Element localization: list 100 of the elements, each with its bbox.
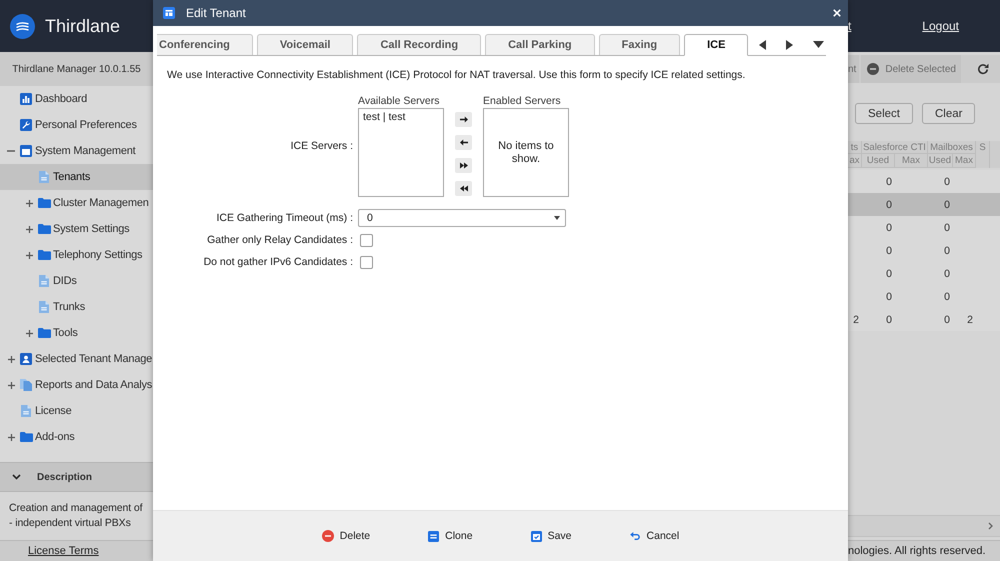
tab[interactable]: Call Parking: [485, 34, 595, 55]
table-cell-text: 0: [885, 176, 893, 188]
window-icon: [163, 7, 175, 19]
folder-icon: [38, 198, 50, 208]
table-row[interactable]: 2 0 0 2: [848, 308, 1000, 331]
table-row[interactable]: 0 0: [848, 285, 1000, 308]
field-label: Gather only Relay Candidates :: [207, 234, 353, 246]
column-header: Used: [862, 154, 895, 168]
clone-button[interactable]: Clone: [428, 530, 473, 542]
triangle-right-icon[interactable]: [786, 40, 794, 50]
window-icon: [20, 145, 32, 157]
tree-item[interactable]: Tools: [0, 320, 153, 346]
cancel-button[interactable]: Cancel: [630, 530, 680, 542]
tab[interactable]: Call Recording: [357, 34, 482, 55]
tree-item[interactable]: System Management: [0, 138, 153, 164]
column-group-header: S: [976, 141, 990, 168]
minus-icon[interactable]: [7, 150, 15, 152]
tree-item[interactable]: Trunks: [0, 294, 153, 320]
tree-item[interactable]: License: [0, 398, 153, 424]
brand-name: Thirdlane: [45, 16, 120, 36]
table-cell-text: 0: [885, 268, 893, 280]
plus-icon[interactable]: [8, 356, 14, 362]
caret-down-icon: [554, 216, 560, 220]
tree-item[interactable]: Telephony Settings: [0, 242, 153, 268]
select-field[interactable]: 0: [358, 209, 566, 227]
tree-item[interactable]: Selected Tenant Manage: [0, 346, 153, 372]
table-row[interactable]: 0 0: [848, 193, 1000, 216]
tree-item[interactable]: Personal Preferences: [0, 112, 153, 138]
folder-icon: [38, 328, 50, 338]
plus-icon[interactable]: [8, 434, 14, 440]
table-cell-text: 0: [943, 222, 951, 234]
tree-item[interactable]: Reports and Data Analys: [0, 372, 153, 398]
table-cell-text: 0: [943, 198, 951, 210]
table-cell-text: 0: [943, 314, 951, 326]
plus-icon[interactable]: [26, 330, 32, 336]
triangle-left-icon[interactable]: [759, 40, 766, 50]
chevron-right-icon[interactable]: [988, 522, 993, 530]
table-cell-text: 0: [885, 314, 893, 326]
table-cell-text: 0: [943, 244, 951, 256]
select-button[interactable]: Select: [855, 103, 913, 124]
table-cell-text: 0: [885, 198, 893, 210]
table-cell-text: 0: [885, 222, 893, 234]
check-square-icon: [530, 530, 542, 542]
table-cell-text: 0: [885, 244, 893, 256]
documents-icon: [20, 379, 32, 391]
save-button[interactable]: Save: [530, 530, 572, 542]
table-cell-text: 2: [852, 314, 860, 326]
table-row[interactable]: 0 0: [848, 216, 1000, 239]
double-triangle-right-icon: [460, 162, 468, 169]
move-right-button[interactable]: [455, 112, 472, 127]
horizontal-scrollbar[interactable]: [848, 515, 1000, 537]
table-cell-text: 0: [943, 268, 951, 280]
move-all-left-button[interactable]: [455, 181, 472, 196]
list-item[interactable]: test | test: [359, 110, 443, 124]
undo-arrow-icon: [630, 532, 641, 540]
field-label: Do not gather IPv6 Candidates :: [204, 256, 353, 268]
plus-icon[interactable]: [26, 226, 32, 232]
document-icon: [39, 171, 49, 183]
triangle-down-icon[interactable]: [813, 41, 824, 48]
column-header: Max: [895, 154, 928, 168]
plus-icon[interactable]: [8, 382, 14, 388]
person-card-icon: [20, 353, 32, 365]
arrow-right-icon: [460, 116, 468, 123]
clear-button[interactable]: Clear: [922, 103, 976, 124]
description-header[interactable]: Description: [0, 462, 153, 492]
column-group-header: Salesforce CTI: [862, 141, 928, 154]
table-cell-text: 0: [885, 290, 893, 302]
tab[interactable]: Voicemail: [256, 34, 354, 55]
tree-item[interactable]: DIDs: [0, 268, 153, 294]
table-row[interactable]: 0 0: [848, 239, 1000, 262]
checkbox[interactable]: [360, 234, 373, 246]
wrench-icon: [20, 119, 32, 131]
tree-item[interactable]: System Settings: [0, 216, 153, 242]
license-terms-link[interactable]: License Terms: [28, 545, 99, 557]
tree-item[interactable]: Cluster Managemen: [0, 190, 153, 216]
column-header: Used: [928, 154, 953, 168]
tab[interactable]: Conferencing: [157, 34, 253, 55]
field-label: ICE Gathering Timeout (ms) :: [216, 212, 353, 224]
header-link[interactable]: Logout: [922, 19, 959, 33]
move-all-right-button[interactable]: [455, 158, 472, 173]
list-title: Enabled Servers: [483, 95, 561, 108]
plus-icon[interactable]: [26, 200, 32, 206]
delete-button[interactable]: Delete: [322, 530, 370, 542]
bar-chart-icon: [20, 93, 32, 105]
table-row[interactable]: 0 0: [848, 262, 1000, 285]
dialog-title: Edit Tenant: [186, 6, 246, 20]
arrow-left-icon: [460, 139, 468, 146]
tree-item[interactable]: Add-ons: [0, 424, 153, 450]
tab[interactable]: ICE: [684, 34, 748, 56]
refresh-icon[interactable]: [977, 63, 989, 75]
plus-icon[interactable]: [26, 252, 32, 258]
checkbox[interactable]: [360, 256, 373, 268]
close-icon[interactable]: [833, 9, 841, 17]
copyright-text: nologies. All rights reserved.: [848, 545, 986, 557]
tab[interactable]: Faxing: [598, 34, 680, 55]
table-row[interactable]: 0 0: [848, 170, 1000, 193]
tree-item[interactable]: Tenants: [0, 164, 153, 190]
header-link[interactable]: t: [848, 19, 852, 33]
move-left-button[interactable]: [455, 135, 472, 150]
tree-item[interactable]: Dashboard: [0, 86, 153, 112]
